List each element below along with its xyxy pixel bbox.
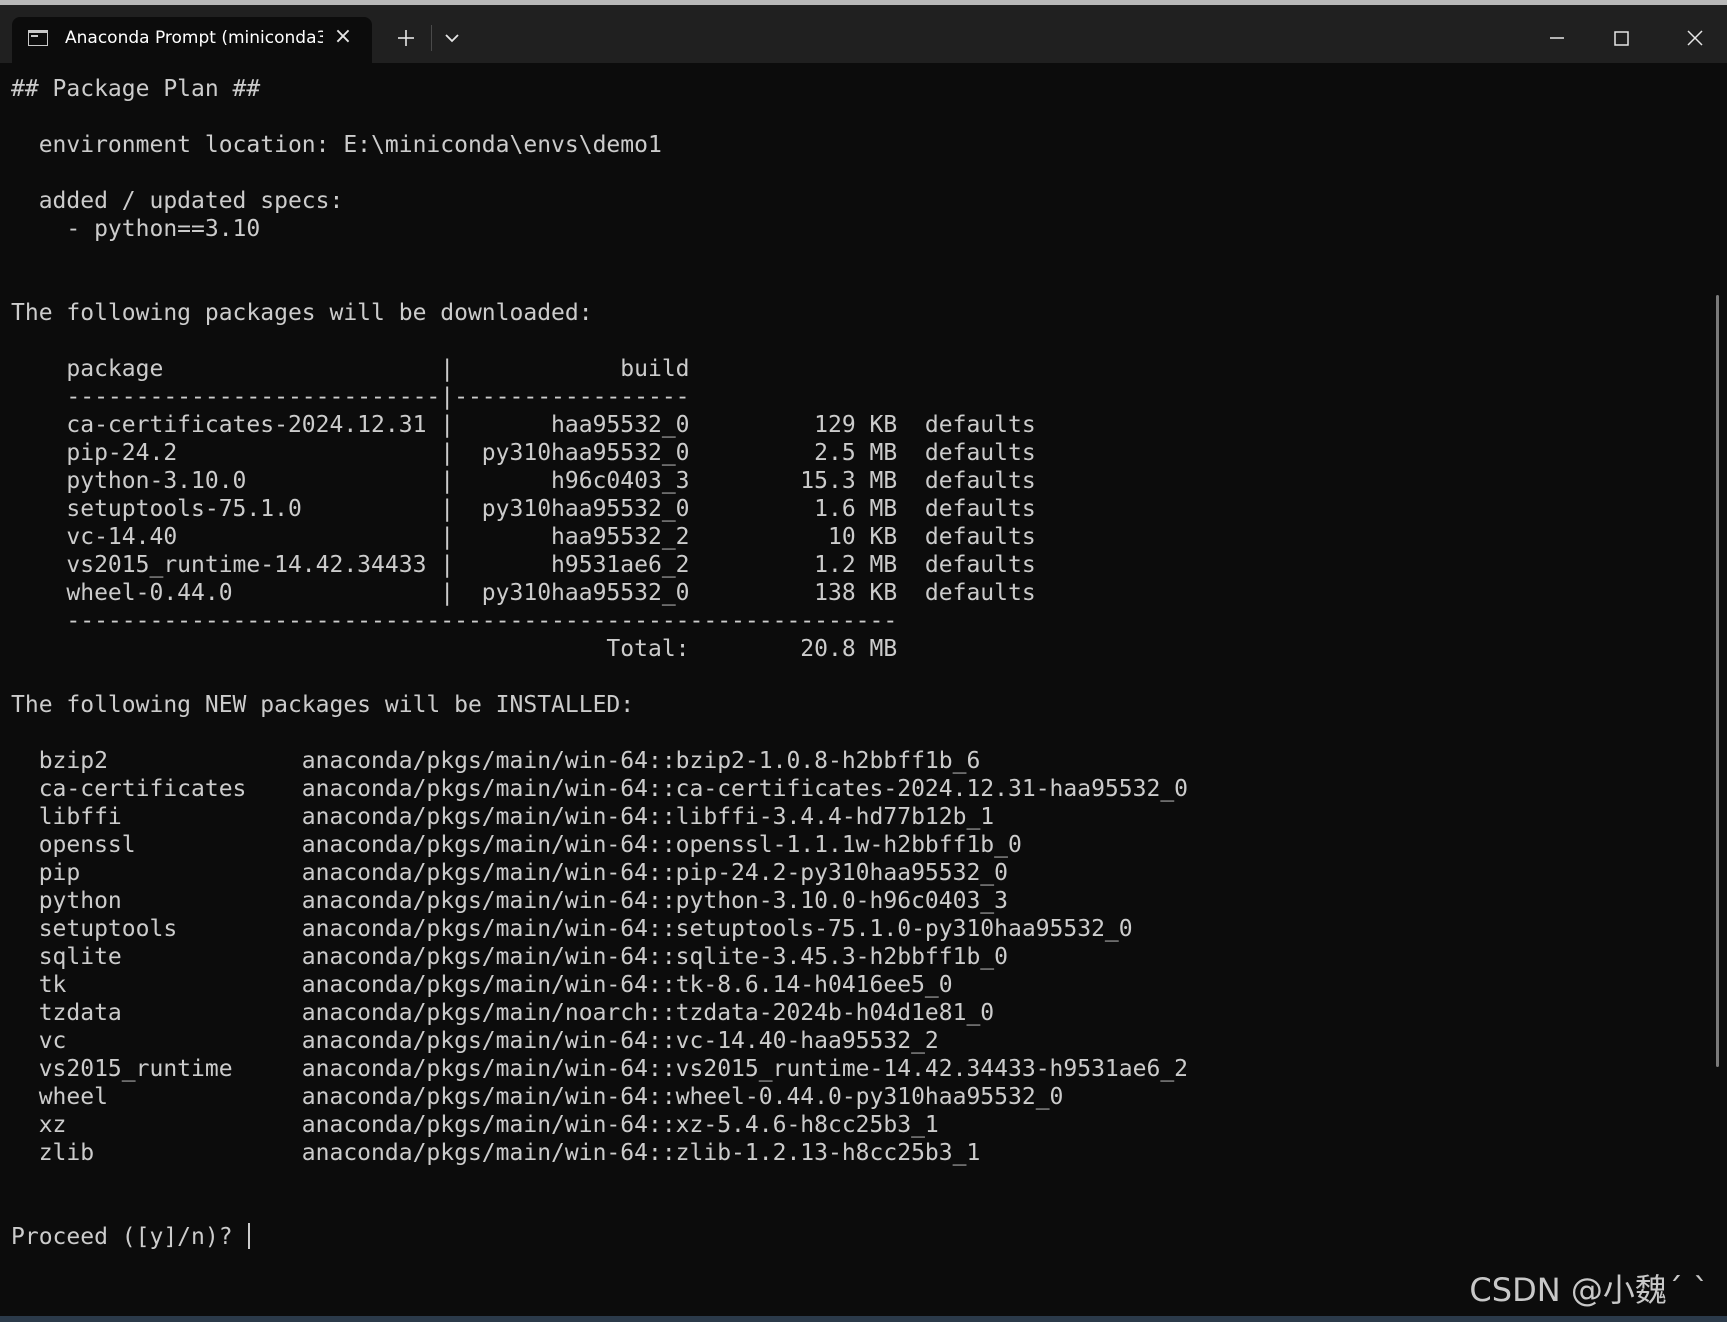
minimize-icon — [1550, 37, 1564, 39]
terminal-line: Total: 20.8 MB — [11, 636, 898, 662]
terminal-line: ## Package Plan ## — [11, 76, 261, 102]
text-cursor — [248, 1223, 251, 1249]
terminal-icon — [28, 30, 48, 46]
prompt-line[interactable]: Proceed ([y]/n)? — [11, 1223, 1188, 1251]
terminal-window: Anaconda Prompt (miniconda3) × ## Packag… — [0, 0, 1727, 1322]
terminal-line: tzdata anaconda/pkgs/main/noarch::tzdata… — [11, 1000, 995, 1026]
terminal-line: vc anaconda/pkgs/main/win-64::vc-14.40-h… — [11, 1028, 939, 1054]
terminal-line: pip-24.2 | py310haa95532_0 2.5 MB defaul… — [11, 440, 1036, 466]
terminal-line: tk anaconda/pkgs/main/win-64::tk-8.6.14-… — [11, 972, 953, 998]
terminal-line: python anaconda/pkgs/main/win-64::python… — [11, 888, 1008, 914]
terminal-line: vs2015_runtime-14.42.34433 | h9531ae6_2 … — [11, 552, 1036, 578]
terminal-line: xz anaconda/pkgs/main/win-64::xz-5.4.6-h… — [11, 1112, 939, 1138]
terminal-line: python-3.10.0 | h96c0403_3 15.3 MB defau… — [11, 468, 1036, 494]
title-bar[interactable]: Anaconda Prompt (miniconda3) × — [0, 5, 1727, 68]
terminal-line: wheel-0.44.0 | py310haa95532_0 138 KB de… — [11, 580, 1036, 606]
terminal-line: vs2015_runtime anaconda/pkgs/main/win-64… — [11, 1056, 1189, 1082]
terminal-line: zlib anaconda/pkgs/main/win-64::zlib-1.2… — [11, 1140, 981, 1166]
terminal-line: pip anaconda/pkgs/main/win-64::pip-24.2-… — [11, 860, 1008, 886]
plus-icon — [398, 29, 414, 46]
terminal-line: bzip2 anaconda/pkgs/main/win-64::bzip2-1… — [11, 748, 981, 774]
terminal-line: The following packages will be downloade… — [11, 300, 593, 326]
terminal-line: added / updated specs: — [11, 188, 344, 214]
terminal-line: ---------------------------|------------… — [11, 384, 690, 410]
terminal-line: environment location: E:\miniconda\envs\… — [11, 132, 662, 158]
terminal-line: libffi anaconda/pkgs/main/win-64::libffi… — [11, 804, 995, 830]
minimize-button[interactable] — [1527, 10, 1587, 68]
terminal-line: - python==3.10 — [11, 216, 261, 242]
terminal-line: setuptools anaconda/pkgs/main/win-64::se… — [11, 916, 1133, 942]
close-icon — [1687, 30, 1703, 46]
terminal-output[interactable]: ## Package Plan ## environment location:… — [11, 75, 1188, 1251]
terminal-line: setuptools-75.1.0 | py310haa95532_0 1.6 … — [11, 496, 1036, 522]
terminal-line: ca-certificates anaconda/pkgs/main/win-6… — [11, 776, 1189, 802]
titlebar-separator — [431, 25, 432, 51]
terminal-line: ca-certificates-2024.12.31 | haa95532_0 … — [11, 412, 1036, 438]
terminal-line: vc-14.40 | haa95532_2 10 KB defaults — [11, 524, 1036, 550]
watermark: CSDN @小魏´ ˋ — [1469, 1271, 1709, 1309]
tab-dropdown-button[interactable] — [436, 17, 468, 57]
maximize-icon — [1614, 31, 1629, 46]
prompt-text: Proceed ([y]/n)? — [11, 1224, 247, 1250]
close-window-button[interactable] — [1665, 10, 1725, 68]
new-tab-button[interactable] — [388, 17, 424, 57]
vertical-scrollbar[interactable] — [1716, 295, 1719, 1067]
terminal-line: sqlite anaconda/pkgs/main/win-64::sqlite… — [11, 944, 1008, 970]
terminal-line: package | build — [11, 356, 690, 382]
terminal-line: openssl anaconda/pkgs/main/win-64::opens… — [11, 832, 1022, 858]
terminal-line: The following NEW packages will be INSTA… — [11, 692, 635, 718]
terminal-line: ----------------------------------------… — [11, 608, 898, 634]
close-tab-icon[interactable]: × — [330, 24, 356, 50]
chevron-down-icon — [445, 33, 459, 42]
tab-anaconda-prompt[interactable]: Anaconda Prompt (miniconda3) × — [12, 17, 372, 68]
taskbar-edge — [0, 1316, 1727, 1322]
tab-title: Anaconda Prompt (miniconda3) — [65, 28, 323, 48]
maximize-button[interactable] — [1597, 10, 1657, 68]
terminal-line: wheel anaconda/pkgs/main/win-64::wheel-0… — [11, 1084, 1064, 1110]
